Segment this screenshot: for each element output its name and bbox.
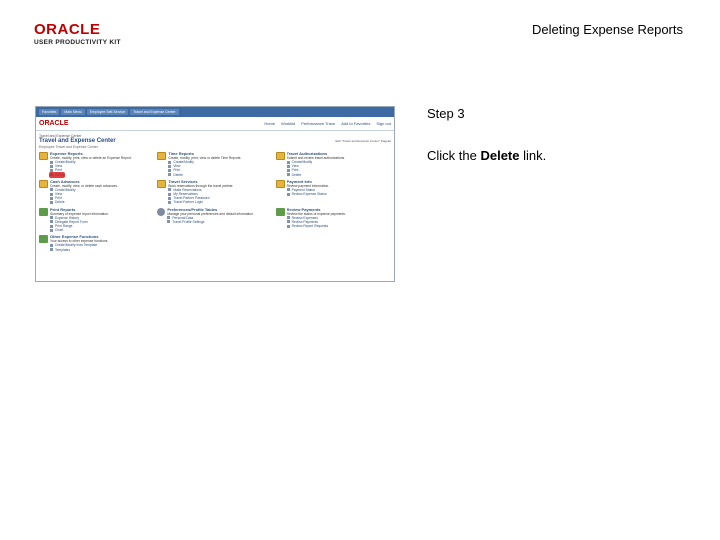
thumb-section-link: Travel Profile Settings xyxy=(167,220,272,224)
screenshot-thumbnail: Favorites Main Menu Employee Self-Service T… xyxy=(35,106,395,282)
thumb-section-grid: Expense Reports Create, modify, print, vi… xyxy=(36,151,394,252)
thumb-section: Cash Advances Create, modify, view, or de… xyxy=(39,179,154,205)
thumb-subtitle: Employee Travel and Expense Center xyxy=(39,145,98,149)
thumb-section-link: Delete xyxy=(287,173,391,177)
thumb-section-body: Other Expense Functions Your access to ot… xyxy=(50,234,391,251)
thumb-section: Preferences/Profile Tables Manage your pe… xyxy=(157,207,272,233)
instruction-suffix: link. xyxy=(519,148,547,163)
thumb-personalize-link: Edit "Travel and Expense Center" Pagelet xyxy=(335,139,391,143)
thumb-nav-item: Main Menu xyxy=(61,109,85,115)
thumb-section-link: Review Expense Status xyxy=(287,192,391,196)
thumb-brand: ORACLE xyxy=(39,120,69,127)
logo-subtitle: USER PRODUCTIVITY KIT xyxy=(34,39,121,46)
oracle-upk-logo: ORACLE USER PRODUCTIVITY KIT xyxy=(34,22,126,48)
thumb-delete-link-highlighted: Delete xyxy=(48,171,154,178)
gear-icon xyxy=(157,207,166,216)
thumb-section-link: Travel Partner Login xyxy=(168,200,272,204)
thumb-section-body: Review Payments Review the status of expe… xyxy=(287,207,391,233)
thumb-nav-item: Travel and Expense Center xyxy=(130,109,179,115)
thumb-header-link: Worklist xyxy=(281,121,296,126)
folder-icon xyxy=(39,152,48,160)
thumb-section: Other Expense Functions Your access to ot… xyxy=(39,234,391,252)
thumb-section-body: Travel Authorizations Submit and review t… xyxy=(287,151,391,177)
logo-wordmark: ORACLE xyxy=(34,21,101,38)
thumb-section-link: Delete xyxy=(50,200,154,204)
chart-icon xyxy=(39,207,48,216)
instruction-prefix: Click the xyxy=(427,148,481,163)
thumb-section-body: Preferences/Profile Tables Manage your pe… xyxy=(167,207,272,233)
thumb-section: Expense Reports Create, modify, print, vi… xyxy=(39,151,154,178)
thumb-header-link: Performance Trace xyxy=(301,121,336,126)
folder-icon xyxy=(275,152,285,160)
folder-icon xyxy=(275,179,285,188)
thumb-section-link: Chart xyxy=(50,228,154,232)
chart-icon xyxy=(39,235,48,244)
thumb-section-body: Expense Reports Create, modify, print, vi… xyxy=(48,151,154,178)
thumb-section: Travel Authorizations Submit and review t… xyxy=(275,151,391,177)
thumb-section-body: Time Reports Create, modify, print, view … xyxy=(168,151,272,177)
thumb-section: Payment Info Review payment information. P… xyxy=(275,179,391,205)
folder-icon xyxy=(39,179,48,188)
thumb-header-link: Sign out xyxy=(376,121,391,126)
thumb-page-title: Travel and Expense Center xyxy=(39,138,116,144)
folder-icon xyxy=(157,152,167,160)
thumb-header-links: Home Worklist Performance Trace Add to Favo… xyxy=(264,121,391,126)
thumb-section: Time Reports Create, modify, print, view … xyxy=(157,151,272,177)
thumb-section: Print Reports Summary of expense report i… xyxy=(39,207,154,233)
instruction-delete-term: Delete xyxy=(480,148,520,163)
thumb-section-link: Review Report Requests xyxy=(287,224,391,228)
thumb-section: Review Payments Review the status of expe… xyxy=(275,207,391,233)
step-instruction: Click the Delete link. xyxy=(427,148,546,163)
thumb-section-body: Cash Advances Create, modify, view, or de… xyxy=(50,179,154,205)
step-label: Step 3 xyxy=(427,106,465,121)
thumb-section-body: Payment Info Review payment information. P… xyxy=(287,179,391,205)
thumb-header-link: Add to Favorites xyxy=(341,121,371,126)
thumb-nav-item: Employee Self-Service xyxy=(86,109,129,115)
thumb-header-link: Home xyxy=(264,121,276,126)
document-title: Deleting Expense Reports xyxy=(531,22,683,37)
thumb-title-row: Travel and Expense Center Edit "Travel a… xyxy=(36,138,394,144)
thumb-section-body: Print Reports Summary of expense report i… xyxy=(50,207,154,233)
thumb-brand-bar: ORACLE Home Worklist Performance Trace Add … xyxy=(36,117,394,131)
thumb-nav-bar: Favorites Main Menu Employee Self-Service T… xyxy=(36,107,394,117)
thumb-section-link: Delete xyxy=(168,173,272,177)
thumb-nav-item: Favorites xyxy=(39,109,60,115)
thumb-section-body: Travel Services Book reservations through… xyxy=(168,179,272,205)
thumb-section: Travel Services Book reservations through… xyxy=(157,179,272,205)
chart-icon xyxy=(275,207,285,216)
thumb-section-link: Templates xyxy=(50,248,391,252)
folder-icon xyxy=(157,179,167,188)
